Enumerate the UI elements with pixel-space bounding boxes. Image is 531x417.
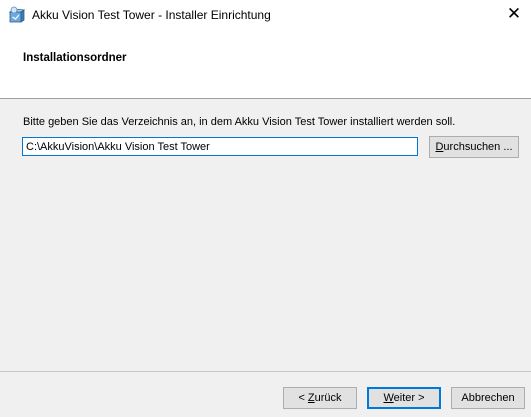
next-label: eiter > (393, 392, 425, 404)
installer-package-icon (8, 6, 26, 23)
back-button[interactable]: < Zurück (283, 387, 357, 409)
page-title: Installationsordner (23, 52, 127, 64)
back-label: urück (314, 392, 342, 404)
title-bar: Akku Vision Test Tower - Installer Einri… (0, 0, 531, 30)
footer-bar: < Zurück Weiter > Abbrechen (0, 371, 531, 417)
cancel-button[interactable]: Abbrechen (451, 387, 525, 409)
browse-button[interactable]: Durchsuchen ... (429, 136, 519, 158)
browse-label: urchsuchen ... (443, 141, 513, 153)
install-path-input[interactable] (22, 137, 418, 156)
next-mnemonic: W (383, 392, 394, 404)
back-mnemonic: Z (307, 392, 315, 404)
back-prefix: < (298, 392, 308, 404)
content-area: Bitte geben Sie das Verzeichnis an, in d… (0, 99, 531, 371)
close-icon[interactable]: ✕ (497, 0, 531, 30)
window-title: Akku Vision Test Tower - Installer Einri… (32, 8, 271, 22)
header-panel: Installationsordner (0, 30, 531, 99)
instruction-text: Bitte geben Sie das Verzeichnis an, in d… (23, 116, 456, 128)
next-button[interactable]: Weiter > (367, 387, 441, 409)
